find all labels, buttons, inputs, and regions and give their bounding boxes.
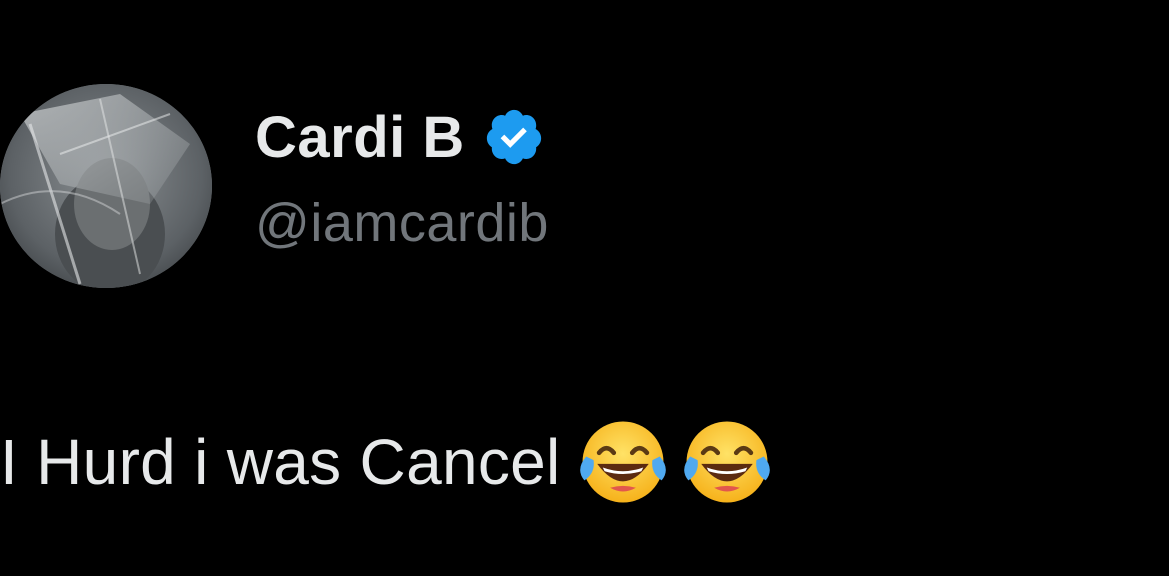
tweet-body: I Hurd i was Cancel xyxy=(0,412,773,512)
display-name-row: Cardi B xyxy=(255,102,549,172)
tweet-header: Cardi B @iamcardib xyxy=(0,80,900,290)
author-names: Cardi B @iamcardib xyxy=(255,102,549,254)
tweet-card: Cardi B @iamcardib I Hurd i was Cancel xyxy=(0,0,1169,576)
face-with-tears-of-joy-icon xyxy=(681,416,773,508)
face-with-tears-of-joy-icon xyxy=(577,416,669,508)
profile-photo xyxy=(0,84,212,288)
verified-badge-icon[interactable] xyxy=(483,106,545,168)
display-name[interactable]: Cardi B xyxy=(255,104,465,171)
avatar[interactable] xyxy=(0,84,212,288)
tweet-text: I Hurd i was Cancel xyxy=(0,426,561,498)
author-handle[interactable]: @iamcardib xyxy=(255,192,549,254)
